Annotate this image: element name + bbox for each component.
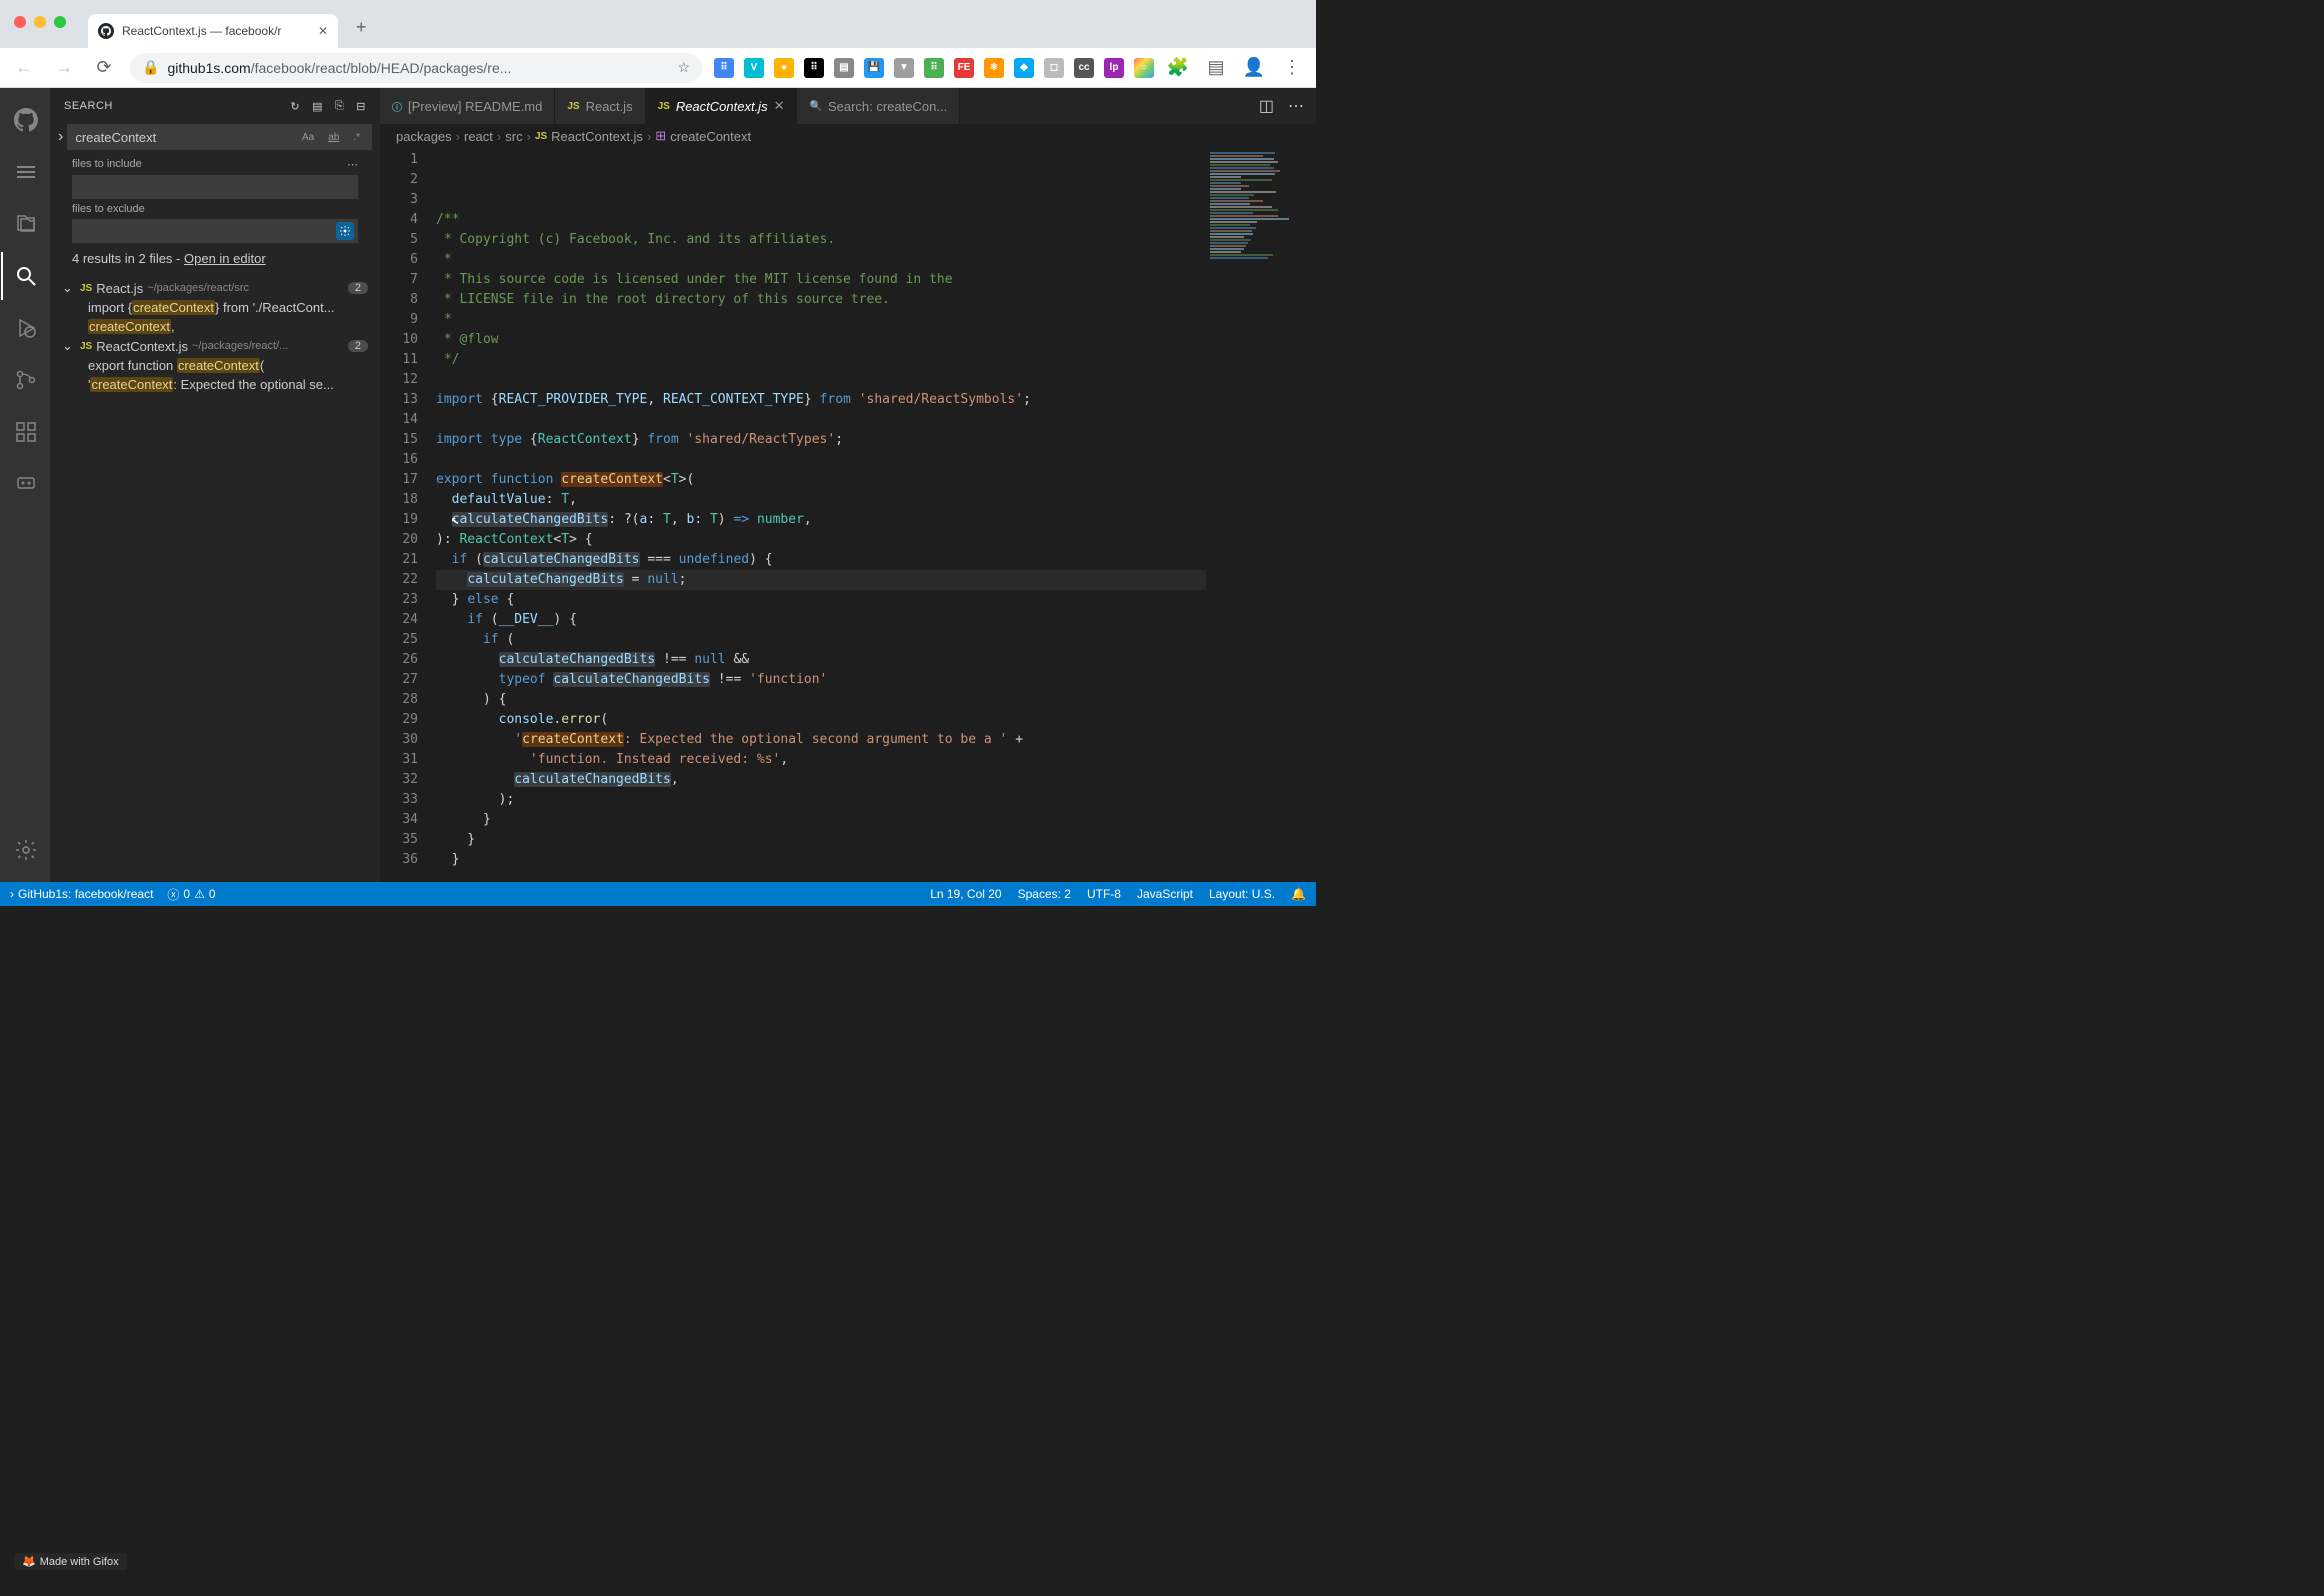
ext-translate-icon[interactable]: ⠿ (714, 58, 734, 78)
search-result-match[interactable]: export function createContext( (50, 356, 380, 375)
browser-toolbar: ← → ⟳ 🔒 github1s.com/facebook/react/blob… (0, 48, 1316, 88)
breadcrumb[interactable]: packages› react› src› JS ReactContext.js… (380, 124, 1316, 148)
browser-tab[interactable]: ReactContext.js — facebook/r ✕ (88, 14, 338, 48)
activity-settings-icon[interactable] (1, 826, 49, 874)
url-text: github1s.com/facebook/react/blob/HEAD/pa… (167, 60, 669, 76)
reading-list-icon[interactable]: ▤ (1202, 57, 1230, 78)
search-result-file[interactable]: ⌄JS ReactContext.js ~/packages/react/...… (50, 336, 380, 356)
tab-title: ReactContext.js — facebook/r (122, 24, 310, 38)
search-input[interactable]: createContext Aa ab .* (67, 124, 372, 150)
ext-icon-13[interactable]: cc (1074, 58, 1094, 78)
address-bar[interactable]: 🔒 github1s.com/facebook/react/blob/HEAD/… (130, 53, 702, 83)
ext-icon-11[interactable]: ◆ (1014, 58, 1034, 78)
bookmark-star-icon[interactable]: ☆ (677, 59, 690, 76)
regex-icon[interactable]: .* (349, 130, 364, 145)
ext-icon-10[interactable]: ⚛ (984, 58, 1004, 78)
activity-github-icon[interactable] (1, 96, 49, 144)
browser-tab-strip: ReactContext.js — facebook/r ✕ + (0, 0, 1316, 48)
new-file-icon[interactable]: ⎘ (335, 100, 344, 113)
clear-icon[interactable]: ▤ (312, 100, 323, 113)
search-results-tree: ⌄JS React.js ~/packages/react/src2import… (50, 274, 380, 398)
editor-tab[interactable]: ⓘ[Preview] README.md (380, 88, 555, 124)
editor-tabs: ⓘ[Preview] README.mdJSReact.jsJSReactCon… (380, 88, 1316, 124)
watermark: 🦊 Made with Gifox (14, 1553, 127, 1570)
include-input[interactable] (72, 175, 358, 199)
ext-icon-2[interactable]: V (744, 58, 764, 78)
editor-tab[interactable]: 🔍Search: createCon... (797, 88, 960, 124)
editor-main: ⓘ[Preview] README.mdJSReact.jsJSReactCon… (380, 88, 1316, 882)
minimap[interactable] (1206, 148, 1316, 882)
ext-icon-4[interactable]: ⠿ (804, 58, 824, 78)
editor-tab[interactable]: JSReact.js (555, 88, 645, 124)
search-sidebar: SEARCH ↻ ▤ ⎘ ⊟ › createContext Aa ab .* … (50, 88, 380, 882)
reload-button[interactable]: ⟳ (90, 57, 118, 78)
status-language[interactable]: JavaScript (1137, 887, 1193, 901)
profile-icon[interactable]: 👤 (1240, 57, 1268, 78)
sidebar-title: SEARCH (64, 100, 113, 112)
activity-menu-icon[interactable] (1, 148, 49, 196)
activity-scm-icon[interactable] (1, 356, 49, 404)
status-indent[interactable]: Spaces: 2 (1018, 887, 1071, 901)
open-in-editor-link[interactable]: Open in editor (184, 251, 266, 266)
ext-icon-8[interactable]: ⠿ (924, 58, 944, 78)
back-button[interactable]: ← (10, 57, 38, 78)
refresh-icon[interactable]: ↻ (290, 100, 300, 113)
tab-close-icon[interactable]: ✕ (318, 24, 328, 38)
activity-explorer-icon[interactable] (1, 200, 49, 248)
match-word-icon[interactable]: ab (324, 130, 343, 145)
code-editor[interactable]: 1234567891011121314151617181920212223242… (380, 148, 1316, 882)
new-tab-button[interactable]: + (356, 17, 367, 38)
activity-debug-icon[interactable] (1, 304, 49, 352)
ext-icon-15[interactable]: ○ (1134, 58, 1154, 78)
exclude-label: files to exclude (72, 203, 145, 215)
window-minimize[interactable] (34, 16, 46, 28)
status-bell-icon[interactable]: 🔔 (1291, 887, 1306, 901)
ext-icon-7[interactable]: ▼ (894, 58, 914, 78)
exclude-settings-icon[interactable] (336, 222, 354, 240)
more-icon[interactable]: ⋯ (347, 158, 358, 171)
ext-icon-14[interactable]: lp (1104, 58, 1124, 78)
editor-tab[interactable]: JSReactContext.js✕ (646, 88, 798, 124)
search-result-match[interactable]: 'createContext: Expected the optional se… (50, 375, 380, 394)
results-summary: 4 results in 2 files - Open in editor (50, 243, 380, 274)
ext-icon-6[interactable]: 💾 (864, 58, 884, 78)
lock-icon: 🔒 (142, 59, 159, 76)
window-controls (14, 16, 66, 28)
search-result-file[interactable]: ⌄JS React.js ~/packages/react/src2 (50, 278, 380, 298)
status-problems[interactable]: ⓧ 0 ⚠ 0 (167, 886, 215, 903)
status-bar: › GitHub1s: facebook/react ⓧ 0 ⚠ 0 Ln 19… (0, 882, 1316, 906)
favicon-icon (98, 23, 114, 39)
ext-icon-5[interactable]: ▤ (834, 58, 854, 78)
match-case-icon[interactable]: Aa (298, 130, 318, 145)
collapse-icon[interactable]: ⊟ (356, 100, 366, 113)
extension-icons: ⠿ V ● ⠿ ▤ 💾 ▼ ⠿ FE ⚛ ◆ ◻ cc lp ○ 🧩 ▤ 👤 ⋮ (714, 57, 1306, 78)
search-result-match[interactable]: import {createContext} from './ReactCont… (50, 298, 380, 317)
window-maximize[interactable] (54, 16, 66, 28)
extensions-menu-icon[interactable]: 🧩 (1164, 57, 1192, 78)
forward-button[interactable]: → (50, 57, 78, 78)
exclude-input[interactable] (72, 219, 358, 243)
ext-icon-3[interactable]: ● (774, 58, 794, 78)
activity-search-icon[interactable] (1, 252, 49, 300)
activity-remote-icon[interactable] (1, 460, 49, 508)
status-encoding[interactable]: UTF-8 (1087, 887, 1121, 901)
search-details-toggle[interactable]: › (58, 128, 63, 146)
window-close[interactable] (14, 16, 26, 28)
search-result-match[interactable]: createContext, (50, 317, 380, 336)
activity-extensions-icon[interactable] (1, 408, 49, 456)
more-actions-icon[interactable]: ⋯ (1288, 96, 1304, 116)
activity-bar (0, 88, 50, 882)
include-label: files to include (72, 158, 142, 171)
tab-close-icon[interactable]: ✕ (774, 98, 785, 114)
status-branch[interactable]: › GitHub1s: facebook/react (10, 887, 153, 901)
split-editor-icon[interactable]: ◫ (1259, 96, 1274, 116)
ext-icon-9[interactable]: FE (954, 58, 974, 78)
ext-icon-12[interactable]: ◻ (1044, 58, 1064, 78)
chrome-menu-icon[interactable]: ⋮ (1278, 57, 1306, 78)
status-layout[interactable]: Layout: U.S. (1209, 887, 1275, 901)
status-cursor[interactable]: Ln 19, Col 20 (930, 887, 1001, 901)
